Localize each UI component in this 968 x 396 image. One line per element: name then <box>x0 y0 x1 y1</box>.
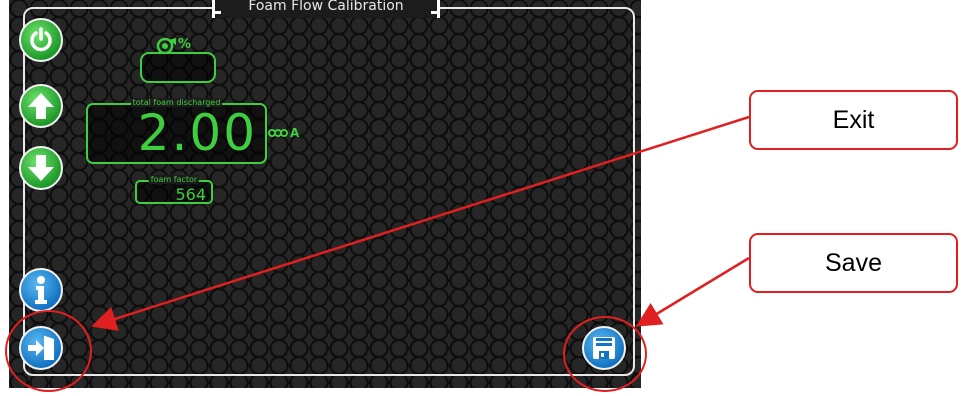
exit-arrow <box>91 115 750 331</box>
save-arrow <box>635 256 750 327</box>
annotation-arrows <box>91 115 750 331</box>
